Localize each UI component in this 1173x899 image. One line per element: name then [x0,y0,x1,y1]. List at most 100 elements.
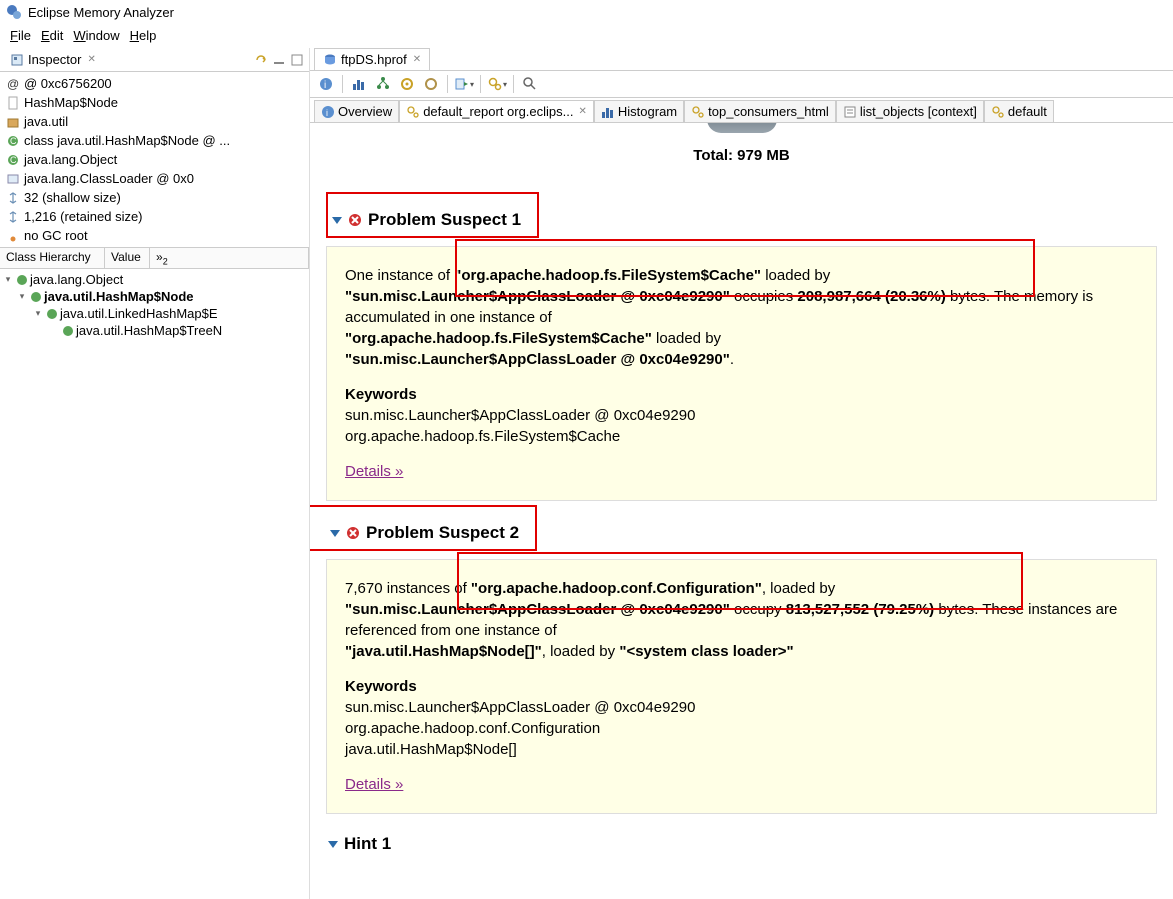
class-green-icon: C [6,153,20,167]
pie-chart-remnant [697,125,787,139]
col-class-hierarchy[interactable]: Class Hierarchy [0,248,105,268]
disclose-icon[interactable] [330,530,340,537]
svg-text:C: C [10,155,17,165]
info-icon[interactable]: i [316,74,336,94]
gear2-icon[interactable] [421,74,441,94]
app-root: Eclipse Memory Analyzer File Edit Window… [0,0,1173,899]
hierarchy-columns: Class Hierarchy Value »2 [0,247,309,269]
report-body: Total: 979 MB Problem Suspect 1 One inst… [310,123,1173,899]
class-green-icon [62,325,74,337]
class-green-icon [16,274,28,286]
keyword-line: sun.misc.Launcher$AppClassLoader @ 0xc04… [345,405,1138,426]
expand-icon[interactable]: ▾ [32,308,44,319]
histogram-icon[interactable] [349,74,369,94]
toolbar-separator [513,75,514,93]
inspector-toolbar [253,52,305,68]
inspector-gcroot: no GC root [0,226,309,245]
keywords-label: Keywords [345,676,1138,697]
gears-icon [406,105,420,119]
keyword-line: org.apache.hadoop.conf.Configuration [345,718,1138,739]
menu-edit[interactable]: Edit [37,26,67,45]
size-icon [6,210,20,224]
hint1-title: Hint 1 [344,834,391,854]
svg-text:@: @ [7,77,19,91]
tree-node-linkedhashmap[interactable]: ▾java.util.LinkedHashMap$E [0,305,309,322]
editor-tab-hprof[interactable]: ftpDS.hprof ✕ [314,48,430,70]
package-icon [6,115,20,129]
right-pane: ftpDS.hprof ✕ i ▾ ▾ iOverview [310,48,1173,899]
suspect2-title: Problem Suspect 2 [366,523,519,543]
run-report-icon[interactable]: ▾ [454,74,474,94]
suspect1-title: Problem Suspect 1 [368,210,521,230]
keyword-line: org.apache.hadoop.fs.FileSystem$Cache [345,426,1138,447]
inspector-address: @@ 0xc6756200 [0,74,309,93]
sync-icon[interactable] [253,52,269,68]
report-subtabs: iOverview default_report org.eclips...✕ … [310,98,1173,123]
svg-text:C: C [10,136,17,146]
close-icon[interactable]: ✕ [579,106,587,117]
tree-node-treenode[interactable]: java.util.HashMap$TreeN [0,322,309,339]
inspector-super: Cjava.lang.Object [0,150,309,169]
maximize-icon[interactable] [289,52,305,68]
hprof-icon [323,53,337,67]
tree-node-hashmapnode[interactable]: ▾java.util.HashMap$Node [0,288,309,305]
tree-node-object[interactable]: ▾java.lang.Object [0,271,309,288]
class-green-icon [46,308,58,320]
search-icon[interactable] [520,74,540,94]
inspector-class: Cclass java.util.HashMap$Node @ ... [0,131,309,150]
expand-icon[interactable]: ▾ [2,274,14,285]
details-link[interactable]: Details » [345,774,403,795]
file-icon [6,96,20,110]
gears-icon [691,105,705,119]
details-link[interactable]: Details » [345,461,403,482]
error-icon [346,526,360,540]
inspector-list: @@ 0xc6756200 HashMap$Node java.util Ccl… [0,72,309,247]
inspector-tab[interactable]: Inspector ✕ [4,50,102,69]
titlebar: Eclipse Memory Analyzer [0,0,1173,24]
col-value[interactable]: Value [105,248,150,268]
subtab-overview[interactable]: iOverview [314,100,399,122]
keyword-line: sun.misc.Launcher$AppClassLoader @ 0xc04… [345,697,1138,718]
subtab-default2[interactable]: default [984,100,1054,122]
inspector-tabrow: Inspector ✕ [0,48,309,72]
suspect2-body: 7,670 instances of "org.apache.hadoop.co… [326,559,1157,814]
tree-icon[interactable] [373,74,393,94]
gears-icon[interactable]: ▾ [487,74,507,94]
menu-window[interactable]: Window [69,26,123,45]
col-more[interactable]: »2 [150,248,309,268]
svg-text:i: i [324,80,326,91]
svg-text:i: i [326,108,328,118]
inspector-icon [10,53,24,67]
keyword-line: java.util.HashMap$Node[] [345,739,1138,760]
minimize-icon[interactable] [271,52,287,68]
annotation-box: Problem Suspect 2 [310,505,537,551]
at-icon: @ [6,77,20,91]
editor-tabs: ftpDS.hprof ✕ [310,48,1173,71]
error-icon [348,213,362,227]
inspector-loader: java.lang.ClassLoader @ 0x0 [0,169,309,188]
toolbar-separator [447,75,448,93]
expand-icon[interactable]: ▾ [16,291,28,302]
left-pane: Inspector ✕ @@ 0xc6756200 HashMap$Node j… [0,48,310,899]
gc-icon [6,229,20,243]
menu-help[interactable]: Help [126,26,161,45]
gear1-icon[interactable] [397,74,417,94]
subtab-histogram[interactable]: Histogram [594,100,684,122]
suspect2-heading[interactable]: Problem Suspect 2 [328,519,521,547]
subtab-list-objects[interactable]: list_objects [context] [836,100,984,122]
subtab-default-report[interactable]: default_report org.eclips...✕ [399,100,594,122]
inspector-package: java.util [0,112,309,131]
suspect1-heading[interactable]: Problem Suspect 1 [330,206,523,234]
close-icon[interactable]: ✕ [87,54,95,65]
hint1-heading[interactable]: Hint 1 [326,830,1157,858]
close-icon[interactable]: ✕ [413,54,421,65]
disclose-icon[interactable] [332,217,342,224]
subtab-top-consumers[interactable]: top_consumers_html [684,100,836,122]
annotation-box: Problem Suspect 1 [326,192,539,238]
inspector-tab-label: Inspector [28,52,81,67]
loader-icon [6,172,20,186]
menu-file[interactable]: File [6,26,35,45]
suspect1-body: One instance of "org.apache.hadoop.fs.Fi… [326,246,1157,501]
disclose-icon[interactable] [328,841,338,848]
keywords-label: Keywords [345,384,1138,405]
